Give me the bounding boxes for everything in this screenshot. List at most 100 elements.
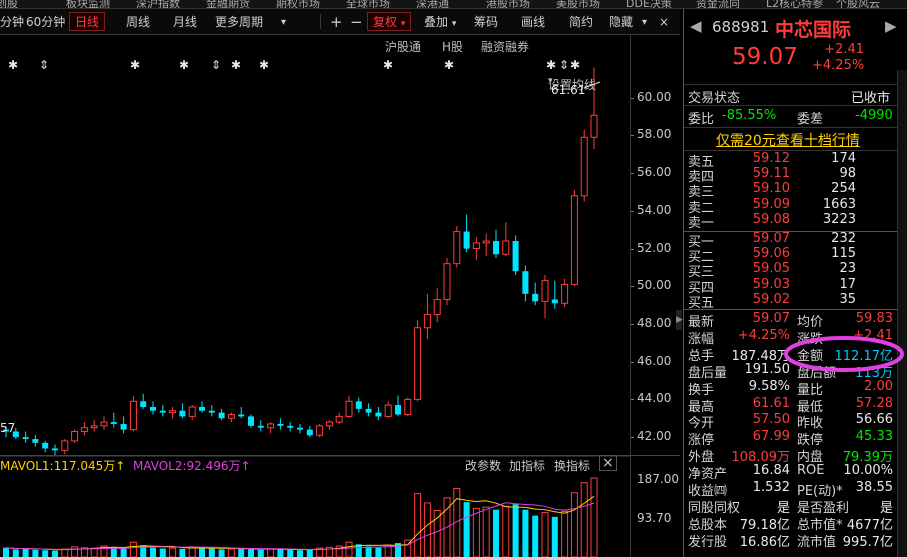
- prev-stock-icon[interactable]: ◀: [690, 17, 702, 35]
- orderbook-price[interactable]: 59.07: [752, 231, 790, 246]
- simple-mode-button[interactable]: 简约: [563, 12, 599, 31]
- candle-body[interactable]: [287, 425, 294, 428]
- candle-body[interactable]: [423, 314, 431, 329]
- switch-indicator-button[interactable]: 换指标: [554, 457, 590, 474]
- period-day[interactable]: 日线: [69, 12, 106, 31]
- candle-body[interactable]: [267, 423, 275, 429]
- top-nav-item[interactable]: 金融期货: [206, 0, 250, 8]
- top-nav-item[interactable]: 美股市场: [556, 0, 600, 8]
- candle-body[interactable]: [218, 412, 225, 419]
- candle-body[interactable]: [238, 414, 245, 417]
- candle-body[interactable]: [32, 439, 39, 443]
- candle-body[interactable]: [140, 401, 147, 407]
- hk-connect-link[interactable]: 沪股通: [385, 38, 421, 55]
- candle-body[interactable]: [61, 440, 69, 451]
- kline-chart[interactable]: [0, 60, 630, 557]
- candle-body[interactable]: [345, 400, 353, 417]
- top-nav-item[interactable]: 板块监测: [66, 0, 110, 8]
- side-tab-strip[interactable]: [897, 70, 907, 557]
- candle-body[interactable]: [532, 293, 539, 302]
- candle-body[interactable]: [590, 114, 598, 138]
- orderbook-price[interactable]: 59.08: [752, 212, 790, 227]
- period-more[interactable]: 更多周期: [209, 12, 269, 31]
- top-nav-item[interactable]: DDE决策: [626, 0, 672, 8]
- period-60min[interactable]: 60分钟: [20, 12, 71, 31]
- candle-body[interactable]: [463, 231, 470, 249]
- h-share-link[interactable]: H股: [442, 38, 463, 55]
- candle-body[interactable]: [110, 422, 117, 424]
- period-month[interactable]: 月线: [167, 12, 203, 31]
- orderbook-price[interactable]: 59.03: [752, 277, 790, 292]
- candle-body[interactable]: [355, 401, 362, 409]
- candle-body[interactable]: [100, 421, 108, 427]
- candle-body[interactable]: [433, 298, 441, 316]
- candle-body[interactable]: [169, 410, 177, 414]
- candle-body[interactable]: [541, 280, 549, 302]
- candle-body[interactable]: [443, 263, 451, 300]
- add-indicator-button[interactable]: 加指标: [509, 457, 545, 474]
- collapse-panel-icon[interactable]: ▶: [676, 310, 683, 330]
- candle-body[interactable]: [22, 437, 29, 440]
- hide-button[interactable]: 隐藏: [603, 12, 639, 31]
- candle-body[interactable]: [375, 412, 382, 417]
- candle-body[interactable]: [365, 408, 372, 413]
- next-stock-icon[interactable]: ▶: [885, 17, 897, 35]
- orderbook-price[interactable]: 59.09: [752, 197, 790, 212]
- zoom-out-button[interactable]: −: [344, 12, 369, 31]
- candle-body[interactable]: [335, 415, 343, 423]
- candle-body[interactable]: [52, 448, 58, 451]
- candle-body[interactable]: [42, 442, 49, 449]
- candle-body[interactable]: [159, 410, 166, 413]
- candle-body[interactable]: [580, 136, 588, 197]
- orderbook-price[interactable]: 59.02: [752, 292, 790, 307]
- candle-body[interactable]: [188, 406, 196, 417]
- candle-body[interactable]: [502, 240, 510, 255]
- draw-line-button[interactable]: 画线: [515, 12, 551, 31]
- candle-body[interactable]: [199, 406, 205, 411]
- candle-body[interactable]: [570, 195, 578, 285]
- candle-body[interactable]: [248, 416, 254, 426]
- orderbook-price[interactable]: 59.05: [752, 261, 790, 276]
- top-nav-item[interactable]: 全球市场: [346, 0, 390, 8]
- candle-body[interactable]: [472, 242, 480, 250]
- candle-body[interactable]: [208, 410, 215, 413]
- change-params-button[interactable]: 改参数: [465, 457, 501, 474]
- close-indicator-button[interactable]: ×: [599, 455, 617, 471]
- top-nav-item[interactable]: 创股: [0, 0, 18, 8]
- candle-body[interactable]: [522, 271, 529, 294]
- candle-body[interactable]: [395, 405, 401, 415]
- adjust-button[interactable]: 复权 ▾: [367, 12, 412, 31]
- orderbook-price[interactable]: 59.06: [752, 246, 790, 261]
- candle-body[interactable]: [384, 404, 392, 417]
- top-nav-item[interactable]: 个股风云: [836, 0, 880, 8]
- candle-body[interactable]: [129, 400, 137, 431]
- chips-button[interactable]: 筹码: [468, 12, 504, 31]
- candle-body[interactable]: [179, 410, 186, 417]
- candle-body[interactable]: [551, 299, 558, 304]
- candle-body[interactable]: [277, 423, 284, 426]
- candle-body[interactable]: [90, 425, 98, 429]
- candle-body[interactable]: [150, 406, 156, 411]
- candle-body[interactable]: [306, 429, 313, 436]
- candle-body[interactable]: [325, 421, 333, 427]
- top-nav-item[interactable]: 港股市场: [486, 0, 530, 8]
- margin-link[interactable]: 融资融券: [481, 38, 529, 55]
- candle-body[interactable]: [316, 425, 324, 436]
- candle-body[interactable]: [561, 283, 569, 304]
- overlay-button[interactable]: 叠加 ▾: [418, 12, 462, 31]
- top-nav-item[interactable]: 期权市场: [276, 0, 320, 8]
- top-nav-item[interactable]: 深港通: [416, 0, 449, 8]
- top-nav-item[interactable]: 资金流向: [696, 0, 740, 8]
- candle-body[interactable]: [120, 423, 127, 430]
- candle-body[interactable]: [257, 425, 264, 428]
- period-more-dropdown-icon[interactable]: ▾: [275, 12, 292, 31]
- candle-body[interactable]: [512, 241, 519, 272]
- hide-dropdown-icon[interactable]: ▾: [636, 12, 653, 31]
- candle-body[interactable]: [80, 427, 88, 432]
- close-toolbar-icon[interactable]: ×: [653, 12, 675, 31]
- candle-body[interactable]: [71, 430, 79, 442]
- orderbook-price[interactable]: 59.12: [752, 151, 790, 166]
- candle-body[interactable]: [404, 398, 412, 416]
- candle-body[interactable]: [297, 427, 303, 430]
- candle-body[interactable]: [227, 414, 235, 419]
